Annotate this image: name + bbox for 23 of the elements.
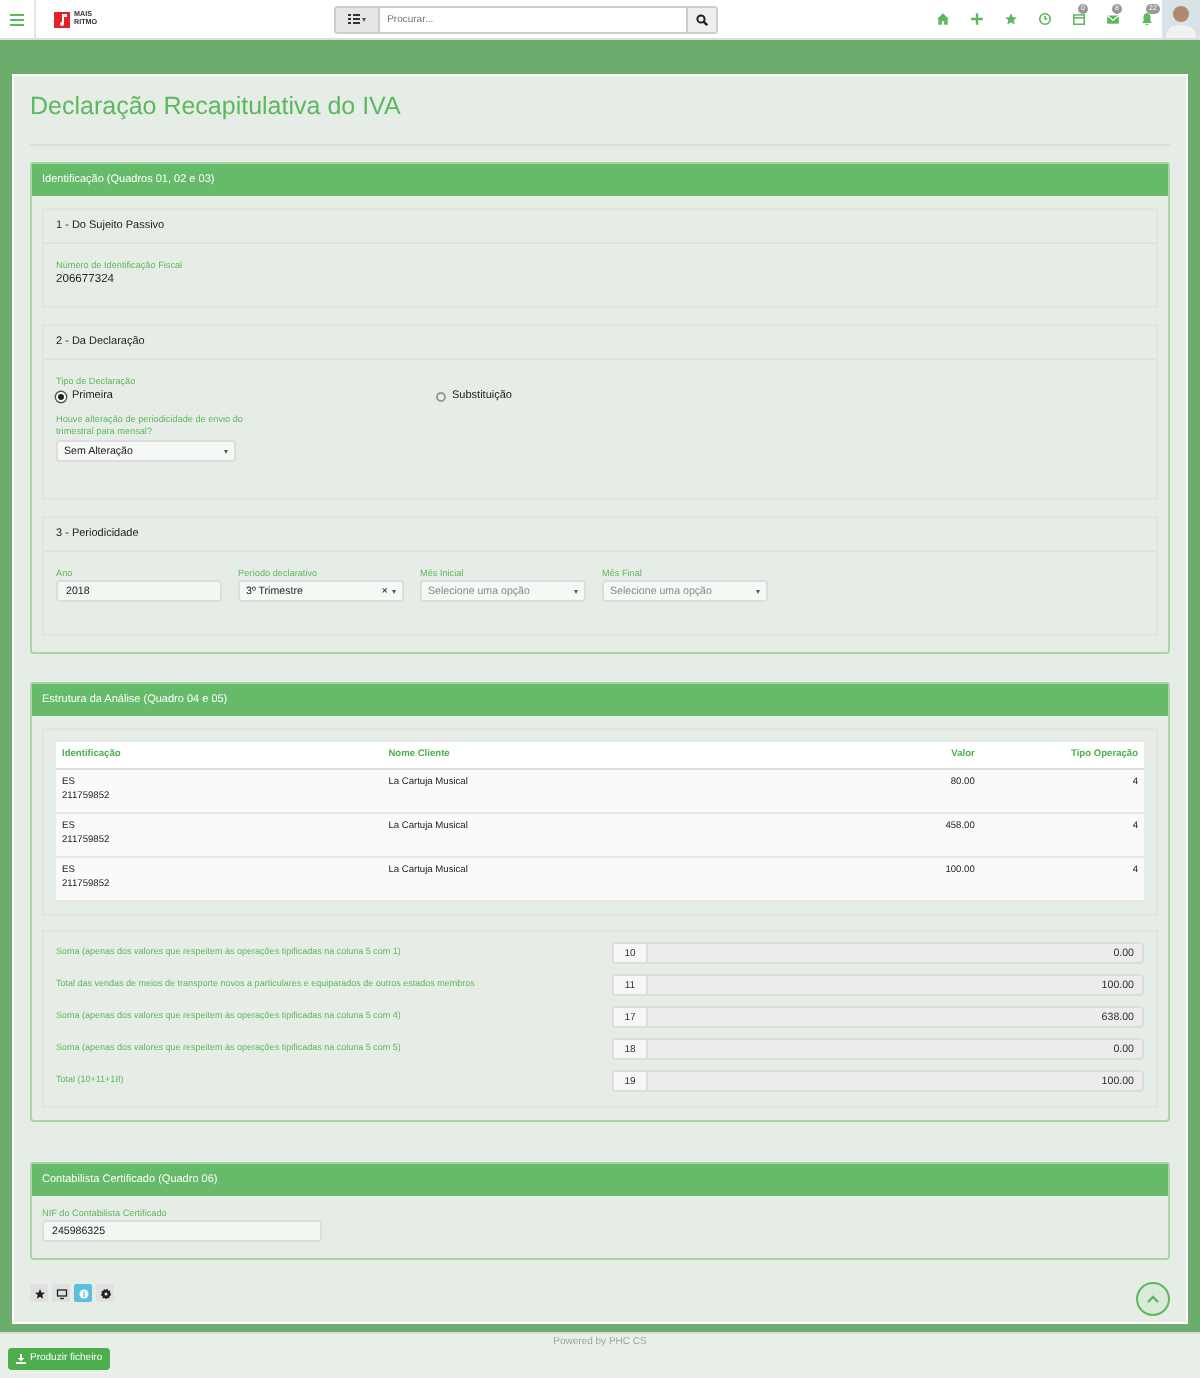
home-icon[interactable]: [936, 12, 950, 26]
plus-icon[interactable]: [970, 12, 984, 26]
caret-icon: [756, 589, 760, 593]
page-title: Declaração Recapitulativa do IVA: [30, 76, 1170, 146]
logo-icon: [54, 11, 70, 27]
search-icon: [695, 13, 708, 25]
download-icon: [16, 1353, 26, 1363]
caret-icon: [224, 449, 228, 453]
search-scope-dropdown[interactable]: [335, 7, 380, 31]
clock-icon[interactable]: [1038, 12, 1052, 26]
avatar[interactable]: [1162, 0, 1200, 38]
scroll-top-button[interactable]: [1136, 1282, 1170, 1316]
caret-icon: [392, 589, 396, 593]
menu-icon[interactable]: [10, 13, 24, 25]
monitor-button[interactable]: [52, 1284, 70, 1302]
list-icon: [347, 14, 360, 24]
search-button[interactable]: [685, 7, 716, 31]
gear-button[interactable]: [96, 1284, 114, 1302]
chevron-up-icon: [1146, 1294, 1160, 1304]
star-button[interactable]: [30, 1284, 48, 1302]
radio-button[interactable]: [436, 391, 446, 401]
caret-icon: [574, 589, 578, 593]
star-icon[interactable]: [1004, 12, 1018, 26]
